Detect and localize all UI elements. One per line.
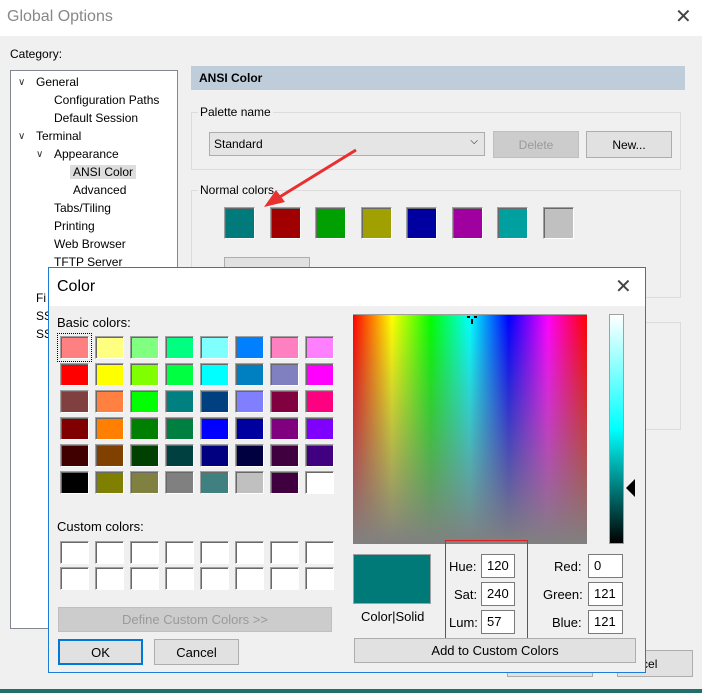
arrow-head-icon xyxy=(264,190,285,207)
arrow-shaft xyxy=(277,148,357,200)
annotation-arrow xyxy=(264,148,357,207)
